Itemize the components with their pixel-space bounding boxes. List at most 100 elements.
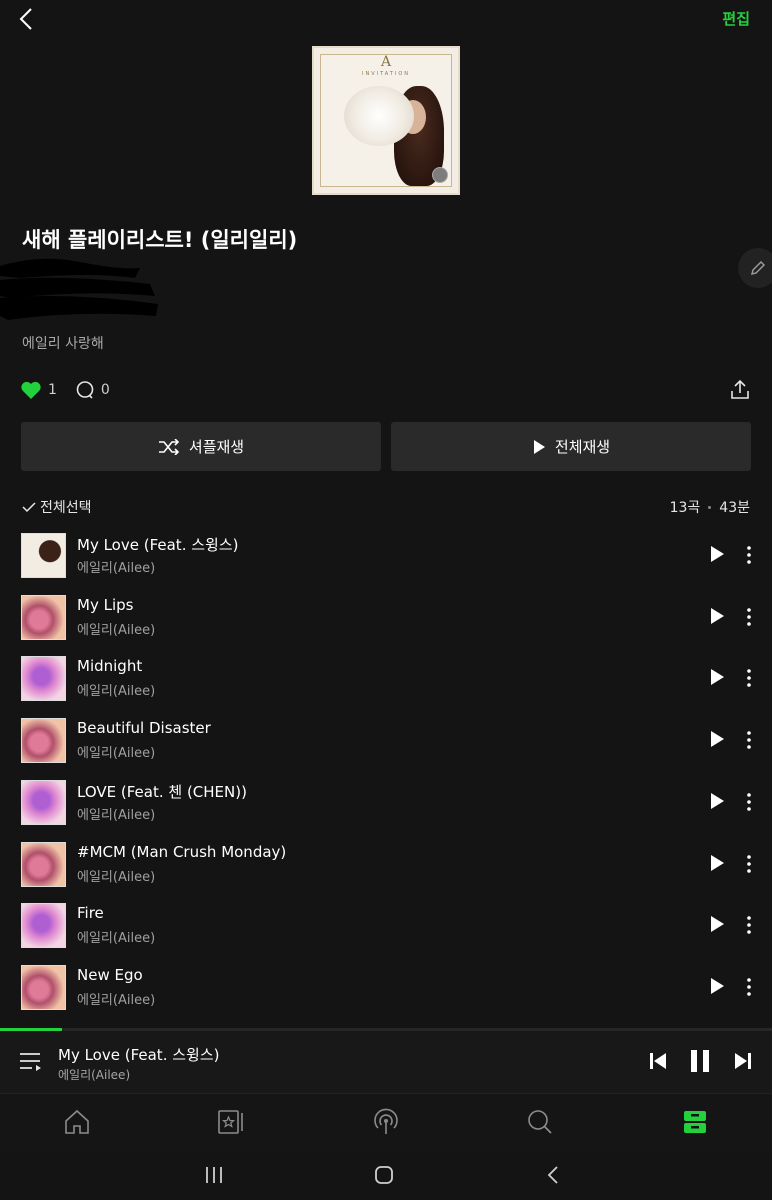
- nav-home[interactable]: [63, 1108, 91, 1136]
- album-thumbnail: [21, 903, 66, 949]
- track-row[interactable]: #MCM (Man Crush Monday) 에일리(Ailee): [0, 837, 772, 895]
- more-vertical-icon: [747, 916, 751, 934]
- track-title: My Lips: [77, 595, 134, 614]
- more-vertical-icon: [747, 669, 751, 688]
- system-back-button[interactable]: [544, 1165, 564, 1185]
- play-icon: [711, 977, 724, 994]
- reactions-bar: 1 0: [20, 380, 128, 400]
- heart-icon[interactable]: [20, 380, 42, 400]
- nav-music-card[interactable]: [217, 1108, 245, 1136]
- more-vertical-icon: [747, 854, 751, 873]
- chevron-left-icon: [19, 8, 32, 30]
- home-icon: [65, 1109, 89, 1134]
- select-all-label: 전체선택: [40, 500, 92, 516]
- track-artist: 에일리(Ailee): [77, 746, 156, 762]
- play-icon: [711, 546, 724, 562]
- playlist-description: 에일리 사랑해: [22, 336, 104, 352]
- bottom-navigation: [0, 1093, 772, 1151]
- nav-storage[interactable]: [681, 1108, 709, 1136]
- edit-button[interactable]: 편집: [722, 8, 750, 29]
- nav-podcast[interactable]: [372, 1108, 400, 1136]
- track-artist: 에일리(Ailee): [77, 931, 156, 947]
- pause-button[interactable]: [689, 1048, 711, 1074]
- track-title: LOVE (Feat. 첸 (CHEN)): [77, 782, 247, 801]
- nav-search[interactable]: [526, 1108, 554, 1136]
- album-thumbnail: [21, 656, 66, 702]
- track-play-button[interactable]: [709, 545, 725, 563]
- track-row[interactable]: New Ego 에일리(Ailee): [0, 960, 772, 1018]
- play-icon: [711, 607, 724, 624]
- track-artist: 에일리(Ailee): [77, 561, 156, 576]
- edit-playlist-button[interactable]: [738, 248, 772, 288]
- album-thumbnail: [21, 594, 66, 640]
- track-row[interactable]: My Lips 에일리(Ailee): [0, 590, 772, 648]
- album-thumbnail: [21, 964, 66, 1010]
- album-thumbnail: [21, 533, 66, 578]
- track-row[interactable]: Beautiful Disaster 에일리(Ailee): [0, 713, 772, 771]
- select-all-toggle[interactable]: 전체선택: [22, 497, 92, 517]
- track-more-button[interactable]: [743, 915, 755, 935]
- track-row[interactable]: LOVE (Feat. 첸 (CHEN)) 에일리(Ailee): [0, 775, 772, 833]
- skip-next-icon: [735, 1053, 751, 1069]
- back-button[interactable]: [14, 6, 40, 32]
- comment-count: 0: [100, 382, 110, 398]
- home-system-button[interactable]: [374, 1165, 394, 1185]
- track-more-button[interactable]: [743, 854, 755, 874]
- now-playing-title: My Love (Feat. 스윙스): [58, 1046, 220, 1064]
- more-vertical-icon: [747, 731, 751, 749]
- track-play-button[interactable]: [709, 854, 725, 872]
- track-more-button[interactable]: [743, 607, 755, 627]
- track-play-button[interactable]: [709, 730, 725, 748]
- track-more-button[interactable]: [743, 730, 755, 750]
- track-play-button[interactable]: [709, 792, 725, 810]
- track-title: Midnight: [77, 657, 143, 676]
- track-title: My Love (Feat. 스윙스): [77, 536, 239, 554]
- share-button[interactable]: [728, 378, 752, 402]
- shuffle-play-button[interactable]: 셔플재생: [21, 422, 381, 471]
- system-navigation-bar: [0, 1151, 772, 1200]
- track-row[interactable]: Fire 에일리(Ailee): [0, 898, 772, 956]
- share-icon: [731, 379, 749, 399]
- track-title: New Ego: [77, 965, 143, 984]
- track-row[interactable]: My Love (Feat. 스윙스) 에일리(Ailee): [0, 528, 772, 586]
- track-play-button[interactable]: [709, 668, 725, 686]
- album-thumbnail: [21, 718, 66, 764]
- play-icon: [711, 731, 724, 748]
- track-artist: 에일리(Ailee): [77, 869, 156, 885]
- cover-subtitle: INVITATION: [361, 71, 410, 77]
- album-thumbnail: [21, 841, 66, 887]
- track-more-button[interactable]: [743, 545, 755, 565]
- play-icon: [711, 916, 724, 933]
- recent-apps-button[interactable]: [204, 1165, 224, 1185]
- play-icon: [711, 854, 724, 871]
- search-icon: [528, 1110, 552, 1134]
- playlist-cover: A INVITATION: [312, 46, 460, 195]
- play-all-button[interactable]: 전체재생: [391, 422, 751, 471]
- comment-icon[interactable]: [75, 380, 95, 400]
- next-button[interactable]: [733, 1051, 753, 1071]
- cover-letter: A: [380, 54, 392, 70]
- playlist-stats: 13곡 43분: [670, 497, 750, 517]
- mini-player[interactable]: My Love (Feat. 스윙스) 에일리(Ailee): [0, 1031, 772, 1093]
- pause-icon: [691, 1050, 709, 1072]
- shuffle-icon: [158, 438, 180, 455]
- track-more-button[interactable]: [743, 977, 755, 997]
- more-vertical-icon: [747, 792, 751, 811]
- play-icon: [711, 669, 724, 686]
- play-icon: [711, 792, 724, 809]
- track-play-button[interactable]: [709, 977, 725, 995]
- track-play-button[interactable]: [709, 915, 725, 933]
- track-title: Fire: [77, 904, 104, 923]
- track-play-button[interactable]: [709, 607, 725, 625]
- track-title: Beautiful Disaster: [77, 719, 211, 738]
- home-circle-icon: [375, 1166, 393, 1184]
- queue-button[interactable]: [19, 1051, 43, 1073]
- pencil-icon: [750, 260, 766, 276]
- previous-button[interactable]: [648, 1051, 668, 1071]
- track-artist: 에일리(Ailee): [77, 807, 156, 823]
- track-row[interactable]: Midnight 에일리(Ailee): [0, 651, 772, 709]
- play-icon: [533, 439, 545, 454]
- like-count: 1: [48, 382, 57, 398]
- track-more-button[interactable]: [743, 792, 755, 812]
- track-more-button[interactable]: [743, 668, 755, 688]
